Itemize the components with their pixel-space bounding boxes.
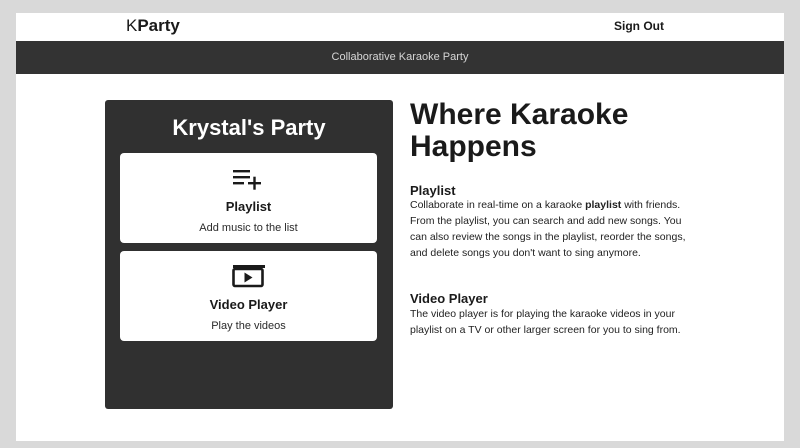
party-title: Krystal's Party <box>172 115 326 140</box>
party-panel: Krystal's Party Playlist Add music to th… <box>105 100 393 409</box>
playlist-body-bold: playlist <box>585 199 622 211</box>
hero-title: Where Karaoke Happens <box>410 98 629 163</box>
playlist-card-title: Playlist <box>225 199 272 214</box>
brand-letter-k: K <box>126 16 138 35</box>
sign-out-link[interactable]: Sign Out <box>614 19 664 34</box>
video-player-card[interactable]: Video Player Play the videos <box>120 251 377 341</box>
top-nav: KParty Sign Out <box>16 13 784 41</box>
playlist-add-icon <box>231 165 265 191</box>
brand-name: Party <box>137 16 180 35</box>
playlist-body-text-start: Collaborate in real-time on a karaoke <box>410 199 586 211</box>
video-player-section-heading: Video Player <box>410 291 488 306</box>
brand-logo[interactable]: KParty <box>126 16 180 36</box>
playlist-card[interactable]: Playlist Add music to the list <box>120 153 377 243</box>
video-player-icon <box>231 263 265 289</box>
video-player-card-subtitle: Play the videos <box>211 320 286 332</box>
subheader-bar: Collaborative Karaoke Party <box>16 41 784 74</box>
video-player-card-title: Video Player <box>209 297 288 312</box>
subheader-text: Collaborative Karaoke Party <box>331 51 469 63</box>
page: KParty Sign Out Collaborative Karaoke Pa… <box>16 13 784 441</box>
playlist-section-body: Collaborate in real-time on a karaoke pl… <box>410 197 700 261</box>
video-player-section-body: The video player is for playing the kara… <box>410 308 681 336</box>
playlist-card-subtitle: Add music to the list <box>199 222 298 234</box>
